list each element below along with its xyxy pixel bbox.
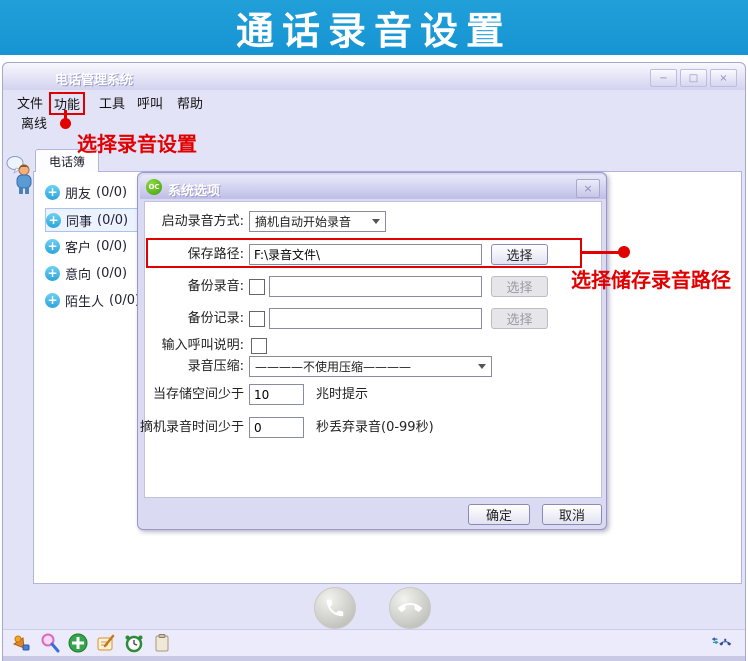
group-label: 朋友 xyxy=(65,186,92,202)
backup-log-label: 备份记录: xyxy=(187,311,244,326)
backup-log-checkbox[interactable] xyxy=(249,311,265,327)
expand-plus-icon[interactable]: + xyxy=(45,292,60,308)
path-callout-dot xyxy=(618,246,630,258)
ok-button[interactable]: 确定 xyxy=(468,504,530,525)
discard-time-input[interactable] xyxy=(249,417,304,438)
search-icon[interactable] xyxy=(39,632,61,654)
page-title-banner: 通话录音设置 xyxy=(0,0,748,55)
menu-function[interactable]: 功能 xyxy=(49,92,86,115)
alarm-icon[interactable] xyxy=(123,632,145,654)
compression-label: 录音压缩: xyxy=(187,359,244,374)
phone-hangup-icon xyxy=(398,603,422,612)
start-mode-value: 摘机自动开始录音 xyxy=(255,215,352,229)
call-note-checkbox[interactable] xyxy=(251,338,267,354)
path-callout-text: 选择储存录音路径 xyxy=(571,268,731,292)
notes-icon[interactable] xyxy=(95,632,117,654)
user-avatar xyxy=(6,153,34,197)
group-count: (0/0) xyxy=(96,184,128,200)
backup-recording-select-button: 选择 xyxy=(491,276,548,297)
sidebar-item-intentions[interactable]: + 意向 (0/0) xyxy=(45,262,135,284)
chevron-down-icon xyxy=(478,364,486,369)
window-bottom-edge xyxy=(3,656,745,661)
dialog-title: 系统选项 xyxy=(168,184,221,199)
group-label: 同事 xyxy=(66,214,93,230)
avatar-icon xyxy=(6,156,32,194)
backup-recording-checkbox[interactable] xyxy=(249,279,265,295)
path-callout-line xyxy=(582,251,622,254)
menu-call[interactable]: 呼叫 xyxy=(134,92,166,113)
expand-plus-icon[interactable]: + xyxy=(45,265,60,281)
discard-time-suffix: 秒丢弃录音(0-99秒) xyxy=(316,420,434,435)
menu-bar: 文件 功能 工具 呼叫 帮助 xyxy=(3,90,745,115)
sidebar-item-strangers[interactable]: + 陌生人 (0/0) xyxy=(45,289,149,311)
cancel-button[interactable]: 取消 xyxy=(542,504,602,525)
backup-log-select-button: 选择 xyxy=(491,308,548,329)
contact-person-icon[interactable] xyxy=(11,632,33,654)
backup-recording-input[interactable] xyxy=(269,276,482,297)
group-label: 客户 xyxy=(65,240,92,256)
group-count: (0/0) xyxy=(97,212,129,228)
chevron-down-icon xyxy=(372,219,380,224)
group-count: (0/0) xyxy=(96,238,128,254)
menu-tools[interactable]: 工具 xyxy=(96,92,128,113)
backup-recording-label: 备份录音: xyxy=(187,279,244,294)
backup-log-input[interactable] xyxy=(269,308,482,329)
dialog-close-button[interactable]: × xyxy=(576,179,600,198)
expand-plus-icon[interactable]: + xyxy=(45,184,60,200)
dialog-logo-icon: OC xyxy=(146,179,162,195)
sidebar-item-customers[interactable]: + 客户 (0/0) xyxy=(45,235,135,257)
expand-plus-icon[interactable]: + xyxy=(45,238,60,254)
menu-help[interactable]: 帮助 xyxy=(174,92,206,113)
menu-file[interactable]: 文件 xyxy=(14,92,46,113)
screenshot-root: 通话录音设置 电话管理系统 − □ × 文件 功能 工具 呼叫 帮助 离线 电话… xyxy=(0,0,748,661)
hang-up-button[interactable] xyxy=(389,587,431,629)
call-note-label: 输入呼叫说明: xyxy=(161,338,244,353)
compression-value: ————不使用压缩———— xyxy=(255,360,412,374)
close-button[interactable]: × xyxy=(710,69,737,87)
discard-time-label: 摘机录音时间少于 xyxy=(139,420,244,435)
window-title: 电话管理系统 xyxy=(55,73,134,88)
window-titlebar: 电话管理系统 − □ × xyxy=(3,63,745,90)
start-mode-label: 启动录音方式: xyxy=(161,214,244,229)
system-options-dialog: OC 系统选项 × 启动录音方式: 摘机自动开始录音 保存路径: 选择 备份录音… xyxy=(137,172,607,530)
group-label: 陌生人 xyxy=(65,294,105,310)
space-warning-label: 当存储空间少于 xyxy=(152,387,244,402)
answer-call-button[interactable] xyxy=(314,587,356,629)
expand-plus-icon[interactable]: + xyxy=(46,212,61,228)
window-controls: − □ × xyxy=(650,69,737,87)
phone-pickup-icon xyxy=(326,599,344,617)
page-title: 通话录音设置 xyxy=(235,9,512,53)
call-transfer-icon[interactable] xyxy=(711,632,733,654)
clipboard-icon[interactable] xyxy=(151,632,173,654)
save-path-highlight-box xyxy=(146,238,582,268)
group-count: (0/0) xyxy=(109,292,141,308)
menu-callout-dot xyxy=(60,118,71,129)
start-mode-dropdown[interactable]: 摘机自动开始录音 xyxy=(249,211,386,232)
minimize-button[interactable]: − xyxy=(650,69,677,87)
group-count: (0/0) xyxy=(96,265,128,281)
status-bar xyxy=(3,629,745,656)
maximize-button[interactable]: □ xyxy=(680,69,707,87)
space-warning-input[interactable] xyxy=(249,384,304,405)
compression-dropdown[interactable]: ————不使用压缩———— xyxy=(249,356,492,377)
group-label: 意向 xyxy=(65,267,92,283)
menu-callout-text: 选择录音设置 xyxy=(77,132,197,156)
menu-item-offline[interactable]: 离线 xyxy=(21,113,47,132)
space-warning-suffix: 兆时提示 xyxy=(316,387,369,402)
sidebar-item-friends[interactable]: + 朋友 (0/0) xyxy=(45,181,135,203)
add-icon[interactable] xyxy=(67,632,89,654)
sidebar-item-colleagues[interactable]: + 同事 (0/0) xyxy=(45,208,139,232)
dialog-titlebar: OC 系统选项 × xyxy=(140,175,606,199)
